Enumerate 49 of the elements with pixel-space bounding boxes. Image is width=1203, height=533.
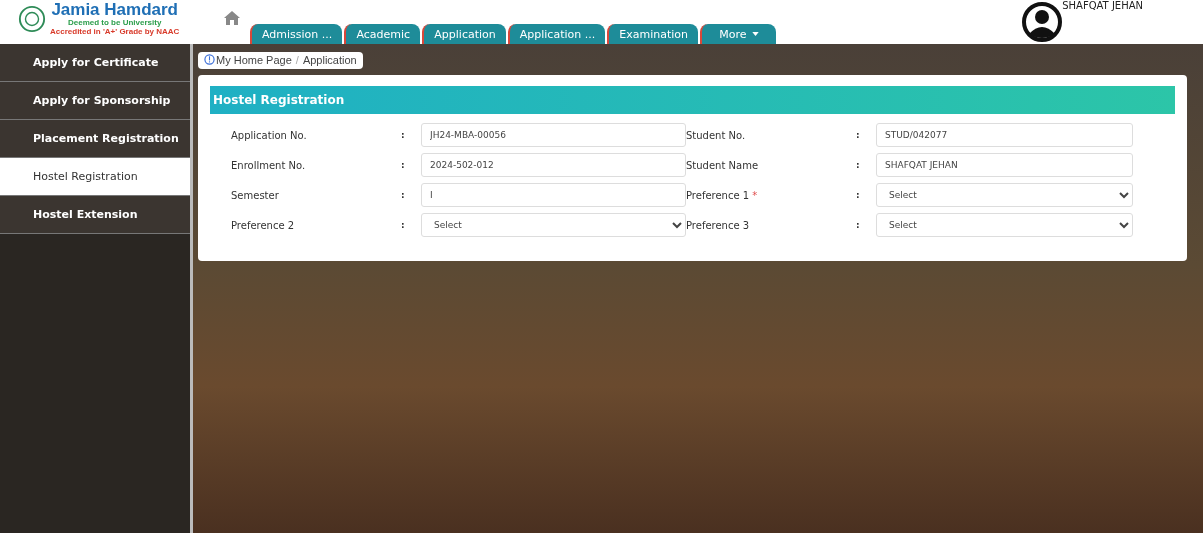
emblem-logo-icon [18,5,46,33]
select-dropdown[interactable]: Select [876,213,1133,237]
sidebar-item[interactable]: Hostel Registration [0,158,190,196]
colon-separator: : [856,220,861,230]
nav-tab[interactable]: Application ... [507,24,606,44]
sidebar-item[interactable]: Apply for Certificate [0,44,190,82]
field-label: Student No. [686,129,747,141]
breadcrumb-separator: / [295,53,299,66]
input-field[interactable]: SHAFQAT JEHAN [876,153,1133,177]
select-dropdown[interactable]: Select [876,183,1133,207]
input-field[interactable]: 2024-502-012 [421,153,686,177]
info-icon [204,54,215,65]
field-label: Preference 1 * [686,189,759,201]
colon-separator: : [401,190,406,200]
field-label: Student Name [686,159,760,171]
colon-separator: : [856,130,861,140]
caret-icon [751,32,759,36]
nav-tab[interactable]: More [700,24,776,44]
input-field[interactable]: JH24-MBA-00056 [421,123,686,147]
field-label: Semester [231,189,280,201]
colon-separator: : [401,220,406,230]
form-title: Hostel Registration [210,86,1175,114]
accreditation-text: Accredited in 'A+' Grade by NAAC [50,27,180,36]
colon-separator: : [856,160,861,170]
field-label: Preference 2 [231,219,296,231]
home-icon[interactable] [224,11,240,25]
nav-tab[interactable]: Academic [344,24,421,44]
user-name: SHAFQAT JEHAN [1062,0,1143,12]
breadcrumb-link[interactable]: Application [302,53,357,66]
user-avatar-icon[interactable] [1022,2,1063,42]
nav-tab[interactable]: Application [422,24,506,44]
sidebar-item[interactable]: Apply for Sponsorship [0,82,190,120]
sidebar-item[interactable]: Hostel Extension [0,196,190,234]
select-dropdown[interactable]: Select [421,213,686,237]
nav-tab[interactable]: Admission ... [250,24,343,44]
field-label: Application No. [231,129,308,141]
field-label: Preference 3 [686,219,751,231]
colon-separator: : [856,190,861,200]
colon-separator: : [401,160,406,170]
breadcrumb-link[interactable]: My Home Page [216,53,292,66]
input-field[interactable]: STUD/042077 [876,123,1133,147]
input-field[interactable]: I [421,183,686,207]
logo-subtitle: Deemed to be University [68,18,162,27]
field-label: Enrollment No. [231,159,307,171]
sidebar-item[interactable]: Placement Registration [0,120,190,158]
required-mark: * [752,189,758,201]
logo-title: Jamia Hamdard [51,1,178,18]
nav-tab[interactable]: Examination [607,24,698,44]
colon-separator: : [401,130,406,140]
